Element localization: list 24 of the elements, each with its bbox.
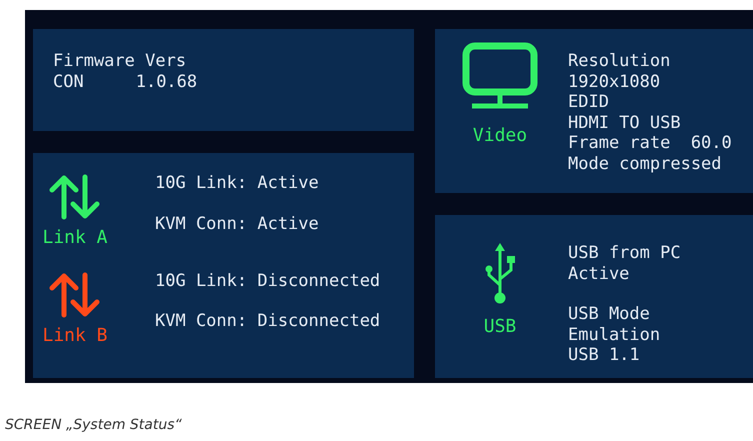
- firmware-name: CON: [53, 72, 84, 92]
- usb-info: USB Mode: [568, 304, 651, 324]
- link-status: 10G Link: Active: [155, 173, 319, 194]
- usb-info: Emulation: [568, 324, 662, 345]
- video-info: Resolution: [568, 51, 672, 72]
- link-label: Link B: [42, 326, 108, 346]
- firmware-title: Firmware Vers: [53, 51, 188, 72]
- link-status: 10G Link: Disconnected: [155, 270, 380, 291]
- firmware-version: 1.0.68: [136, 72, 198, 92]
- link-status: KVM Conn: Active: [155, 214, 319, 234]
- usb-label: USB: [484, 317, 516, 338]
- video-info: 1920x1080: [568, 72, 662, 92]
- usb-info: Active: [568, 264, 630, 284]
- usb-icon: [485, 243, 515, 305]
- caption: SCREEN „System Status“: [5, 417, 182, 433]
- video-label: Video: [472, 126, 528, 146]
- video-info: Frame rate 60.0: [568, 133, 732, 154]
- usb-info: USB from PC: [568, 243, 681, 264]
- video-info: EDID: [568, 92, 610, 112]
- usb-info: USB 1.1: [568, 345, 641, 366]
- video-info: Mode compressed: [568, 154, 723, 174]
- link-status: KVM Conn: Disconnected: [155, 311, 380, 332]
- link-label: Link A: [42, 228, 108, 248]
- video-info: HDMI TO USB: [568, 112, 682, 133]
